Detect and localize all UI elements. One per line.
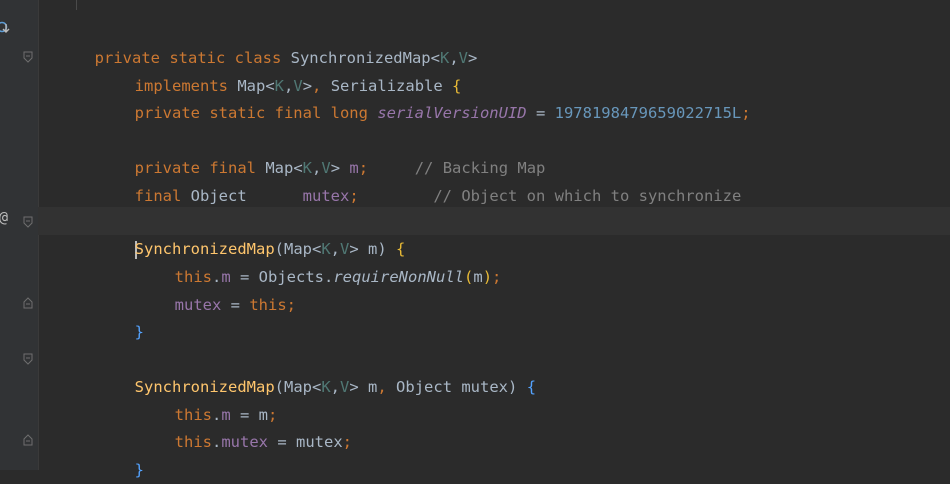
fold-start-icon[interactable] <box>22 353 34 365</box>
fold-end-icon[interactable] <box>22 297 34 309</box>
code-line-11[interactable]: this.m = m; <box>156 373 278 424</box>
override-marker[interactable]: @ <box>0 208 8 226</box>
code-line-6[interactable]: SynchronizedMap(Map<K,V> m) { <box>116 207 405 259</box>
editor-gutter: @ <box>0 0 39 470</box>
fold-start-icon[interactable] <box>22 51 34 63</box>
fold-start-icon[interactable] <box>22 216 34 228</box>
code-line-5[interactable]: final Object mutex; // Object on which t… <box>116 154 742 205</box>
code-line-3[interactable]: private static final long serialVersionU… <box>116 71 751 122</box>
code-line-13[interactable]: } <box>116 428 144 479</box>
code-line-12[interactable]: this.mutex = mutex; <box>156 400 352 451</box>
code-line-7[interactable]: this.m = Objects.requireNonNull(m); <box>156 235 502 286</box>
code-line-10[interactable]: SynchronizedMap(Map<K,V> m, Object mutex… <box>116 345 536 396</box>
code-line-9[interactable]: } <box>116 290 144 341</box>
code-line-8[interactable]: mutex = this; <box>156 263 296 314</box>
implemented-icon[interactable] <box>0 20 10 34</box>
code-line-4[interactable]: private final Map<K,V> m; // Backing Map <box>116 126 546 177</box>
code-line-1[interactable]: private static class SynchronizedMap<K,V… <box>76 16 478 67</box>
code-line-2[interactable]: implements Map<K,V>, Serializable { <box>116 44 462 95</box>
fold-end-icon[interactable] <box>22 434 34 446</box>
